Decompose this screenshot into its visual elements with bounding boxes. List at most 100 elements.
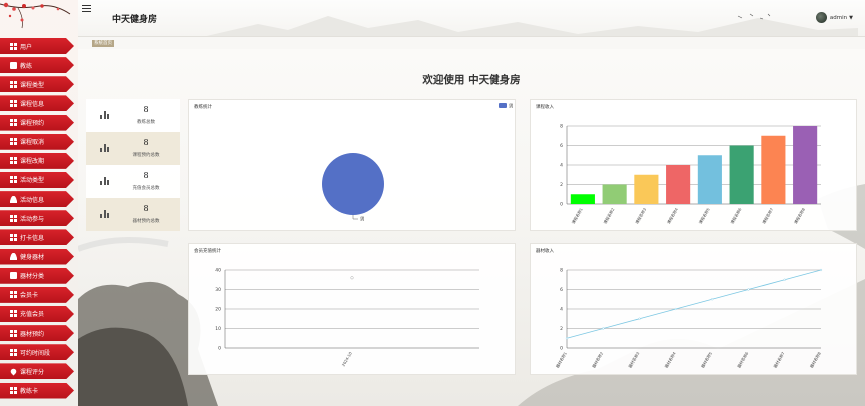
breadcrumb[interactable]: 系统首页 [92,40,114,47]
y-tick-label: 8 [560,124,563,130]
sidebar-item-label: 充值会员 [20,311,45,319]
sidebar-item[interactable]: 活动参与 [0,210,74,227]
x-tick-label: 课程名称8 [793,206,806,224]
sidebar-item[interactable]: 会员卡 [0,286,74,303]
welcome-heading: 欢迎使用 中天健身房 [422,74,521,86]
sidebar-item[interactable]: 教练卡 [0,382,74,399]
grid-icon [10,387,17,395]
grid-icon [10,99,17,107]
sidebar-item-label: 教练 [20,62,33,70]
sidebar-item[interactable]: 器材预约 [0,325,74,342]
grid-icon [10,348,17,356]
course-income-bar-chart: 0 2 4 6 8 课程名称1 课程名称2 课程名称3 课程名称4 课程名称5 课程名称6 课程名称7… [560,124,821,225]
grid-icon [10,176,17,184]
bar [761,135,786,204]
equipment-income-line-chart: 02468器材名称1 器材名称2 器材名称3 器材名称4 器材名称5 器材名称6 器材名称7… [555,268,823,369]
sidebar-item-label: 用户 [20,43,33,51]
sidebar-item-label: 打卡信息 [20,234,45,242]
stat-value: 8 [143,171,149,180]
sidebar-item[interactable]: 课程改期 [0,152,74,169]
stat-card: 8 充值会员总数 [86,165,180,198]
sidebar-item[interactable]: 课程评分 [0,363,74,380]
x-tick-label: 课程名称2 [602,206,615,224]
sidebar-item-label: 活动参与 [20,215,45,223]
y-tick-label: 10 [215,326,221,332]
grid-icon [10,329,17,337]
grid-icon [10,138,17,146]
pin-icon [9,367,18,376]
breadcrumb-bar: 系统首页 [78,37,865,49]
sidebar-item[interactable]: 可约时间段 [0,344,74,361]
x-tick-label: 课程名称1 [571,206,584,224]
username: admin [829,14,848,21]
pie-slice [322,153,384,215]
sidebar-item[interactable]: 活动信息 [0,191,74,208]
sidebar-item[interactable]: 课程类型 [0,76,74,93]
x-tick-label: 课程名称6 [729,206,742,224]
stat-value: 8 [143,204,149,213]
bar [697,155,722,204]
sidebar-item[interactable]: 课程预约 [0,114,74,131]
y-tick-label: 2 [560,326,563,332]
plum-blossom-decoration [0,2,71,29]
pie-label-line [352,215,358,220]
bar [666,165,691,204]
grid-icon [10,291,17,299]
sidebar-item-label: 课程取消 [20,139,45,147]
sidebar-item[interactable]: 教练 [0,57,74,74]
sidebar-item[interactable]: 打卡信息 [0,229,74,246]
member-recharge-chart: 0 10 20 30 40 2024-10 [215,268,479,368]
bar [729,145,754,204]
bar-chart-icon [100,144,110,152]
member-recharge-panel: 会员充值统计 0 10 20 30 40 2024-10 [188,243,516,375]
y-tick-label: 20 [215,307,221,313]
y-tick-label: 2 [560,182,563,188]
x-tick-label: 器材名称7 [772,350,785,368]
bar [570,194,595,204]
stat-card: 8 课程预约总数 [86,132,180,165]
sidebar-item-label: 课程改期 [20,158,45,166]
y-tick-label: 30 [215,287,221,293]
stat-card: 8 教练总数 [86,99,180,132]
x-tick-label: 2024-10 [341,351,354,368]
x-tick-label: 课程名称5 [698,206,711,224]
data-point [602,327,605,330]
sidebar-item-label: 健身器材 [20,254,45,262]
stats-column: 8 教练总数 8 课程预约总数 8 充值会员总数 8 器材预约总数 [86,99,180,231]
sidebar-item[interactable]: 用户 [0,38,74,54]
user-icon [10,195,17,203]
bar-chart-icon [100,111,110,119]
data-point [711,298,714,301]
stat-value: 8 [143,138,149,147]
stat-label: 充值会员总数 [132,186,160,191]
sidebar-item[interactable]: 充值会员 [0,305,74,322]
sidebar-item[interactable]: 健身器材 [0,248,74,265]
series-line [566,269,822,339]
x-tick-label: 器材名称5 [700,350,713,368]
stat-card: 8 器材预约总数 [86,198,180,231]
sidebar-item-label: 活动类型 [20,177,45,185]
grid-icon [10,310,17,318]
y-tick-label: 40 [215,268,221,274]
sidebar-item[interactable]: 课程信息 [0,95,74,112]
y-tick-label: 4 [560,307,563,313]
data-point [819,268,823,272]
card-icon [10,61,17,69]
user-menu[interactable]: admin ▼ [815,12,853,23]
legend-label: 男 [509,103,514,109]
sidebar-item[interactable]: 器材分类 [0,267,74,284]
sidebar-item[interactable]: 活动类型 [0,171,74,188]
user-icon [10,253,17,261]
pie-label: 男 [360,217,365,223]
data-point [783,278,786,281]
mountain-ink-decoration [206,13,858,36]
top-header: 中天健身房 admin ▼ [78,0,865,37]
stat-label: 器材预约总数 [132,219,160,224]
sidebar-item-label: 器材预约 [20,330,45,338]
equipment-income-panel: 器材收入 0 2 4 6 8 器材名称1 器材名称2 器材名称3 器材名称4 器材名称5 器材名称6… [530,243,857,375]
sidebar-item-label: 课程预约 [20,120,45,128]
data-point [747,288,750,291]
sidebar-menu: 用户教练课程类型课程信息课程预约课程取消课程改期活动类型活动信息活动参与打卡信息… [0,38,74,402]
menu-toggle-icon[interactable] [82,5,91,12]
sidebar-item[interactable]: 课程取消 [0,133,74,150]
